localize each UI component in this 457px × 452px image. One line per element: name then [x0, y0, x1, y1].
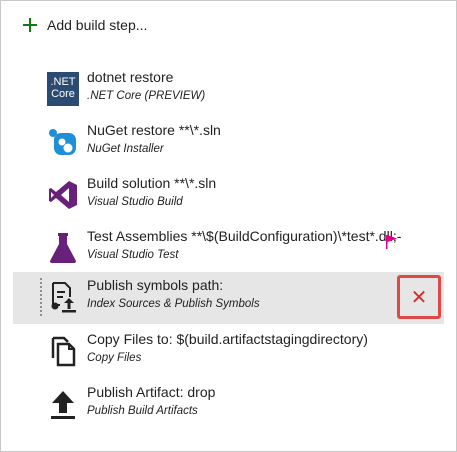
publish-symbols-icon [47, 280, 79, 314]
build-steps-panel: Add build step... .NET Core dotnet resto… [0, 0, 457, 452]
nuget-icon [47, 125, 79, 159]
task-subtitle: Index Sources & Publish Symbols [87, 298, 260, 310]
task-publish-artifact[interactable]: Publish Artifact: drop Publish Build Art… [13, 379, 444, 431]
flag-icon [386, 235, 397, 249]
drag-handle-icon[interactable] [39, 277, 43, 317]
task-nuget-restore[interactable]: NuGet restore **\*.sln NuGet Installer [13, 117, 444, 169]
task-subtitle: Publish Build Artifacts [87, 405, 198, 417]
task-build-solution[interactable]: Build solution **\*.sln Visual Studio Bu… [13, 170, 444, 222]
task-subtitle: Visual Studio Build [87, 196, 183, 208]
close-icon: ✕ [410, 285, 428, 309]
upload-icon [47, 387, 79, 421]
copy-files-icon [47, 334, 79, 368]
task-dotnet-restore[interactable]: .NET Core dotnet restore .NET Core (PREV… [13, 64, 444, 116]
task-title: NuGet restore **\*.sln [87, 122, 221, 138]
task-subtitle: Copy Files [87, 352, 142, 364]
dotnet-core-icon: .NET Core [47, 72, 79, 106]
task-subtitle: Visual Studio Test [87, 249, 179, 261]
task-title: Test Assemblies **\$(BuildConfiguration)… [87, 228, 402, 244]
task-title: Publish symbols path: [87, 277, 224, 293]
task-title: Copy Files to: $(build.artifactstagingdi… [87, 331, 368, 347]
task-title: Build solution **\*.sln [87, 175, 217, 191]
task-subtitle: .NET Core (PREVIEW) [87, 90, 206, 102]
plus-icon [23, 18, 37, 32]
task-publish-symbols[interactable]: Publish symbols path: Index Sources & Pu… [13, 272, 444, 324]
task-title: dotnet restore [87, 69, 174, 85]
add-build-step-label: Add build step... [47, 17, 148, 33]
flask-icon [47, 231, 79, 265]
visual-studio-icon [47, 178, 79, 212]
delete-task-button[interactable]: ✕ [397, 275, 441, 319]
task-title: Publish Artifact: drop [87, 384, 216, 400]
task-test-assemblies[interactable]: Test Assemblies **\$(BuildConfiguration)… [13, 223, 444, 275]
task-subtitle: NuGet Installer [87, 143, 164, 155]
add-build-step-button[interactable]: Add build step... [23, 15, 147, 35]
task-copy-files[interactable]: Copy Files to: $(build.artifactstagingdi… [13, 326, 444, 378]
